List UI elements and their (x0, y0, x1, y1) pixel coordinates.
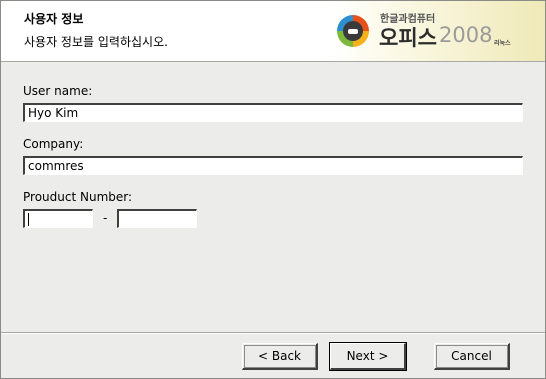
page-subtitle: 사용자 정보를 입력하십시오. (24, 35, 168, 49)
product-number-field-1[interactable] (23, 209, 93, 228)
hancom-logo-icon (337, 15, 369, 47)
back-button[interactable]: < Back (242, 343, 318, 370)
header-panel: 사용자 정보 사용자 정보를 입력하십시오. 한글과컴퓨터 오피스 2008 리… (1, 1, 545, 62)
brand-year: 2008 (439, 23, 493, 47)
footer-divider (1, 332, 545, 334)
page-title: 사용자 정보 (24, 12, 84, 26)
user-name-label: User name: (23, 84, 93, 98)
brand-product-name: 오피스 (379, 26, 437, 50)
cancel-button[interactable]: Cancel (434, 343, 510, 370)
text-caret (28, 213, 29, 226)
company-value: commres (28, 159, 84, 173)
brand-edition: 리눅스 (494, 40, 511, 47)
user-name-value: Hyo Kim (28, 106, 79, 120)
setup-dialog: 사용자 정보 사용자 정보를 입력하십시오. 한글과컴퓨터 오피스 2008 리… (0, 0, 546, 379)
product-number-field-2[interactable] (117, 209, 197, 228)
user-name-field[interactable]: Hyo Kim (23, 103, 523, 122)
next-button[interactable]: Next > (329, 342, 407, 371)
product-number-separator: - (103, 211, 108, 225)
product-number-label: Prouduct Number: (23, 190, 133, 204)
company-label: Company: (23, 137, 84, 151)
company-field[interactable]: commres (23, 156, 523, 175)
